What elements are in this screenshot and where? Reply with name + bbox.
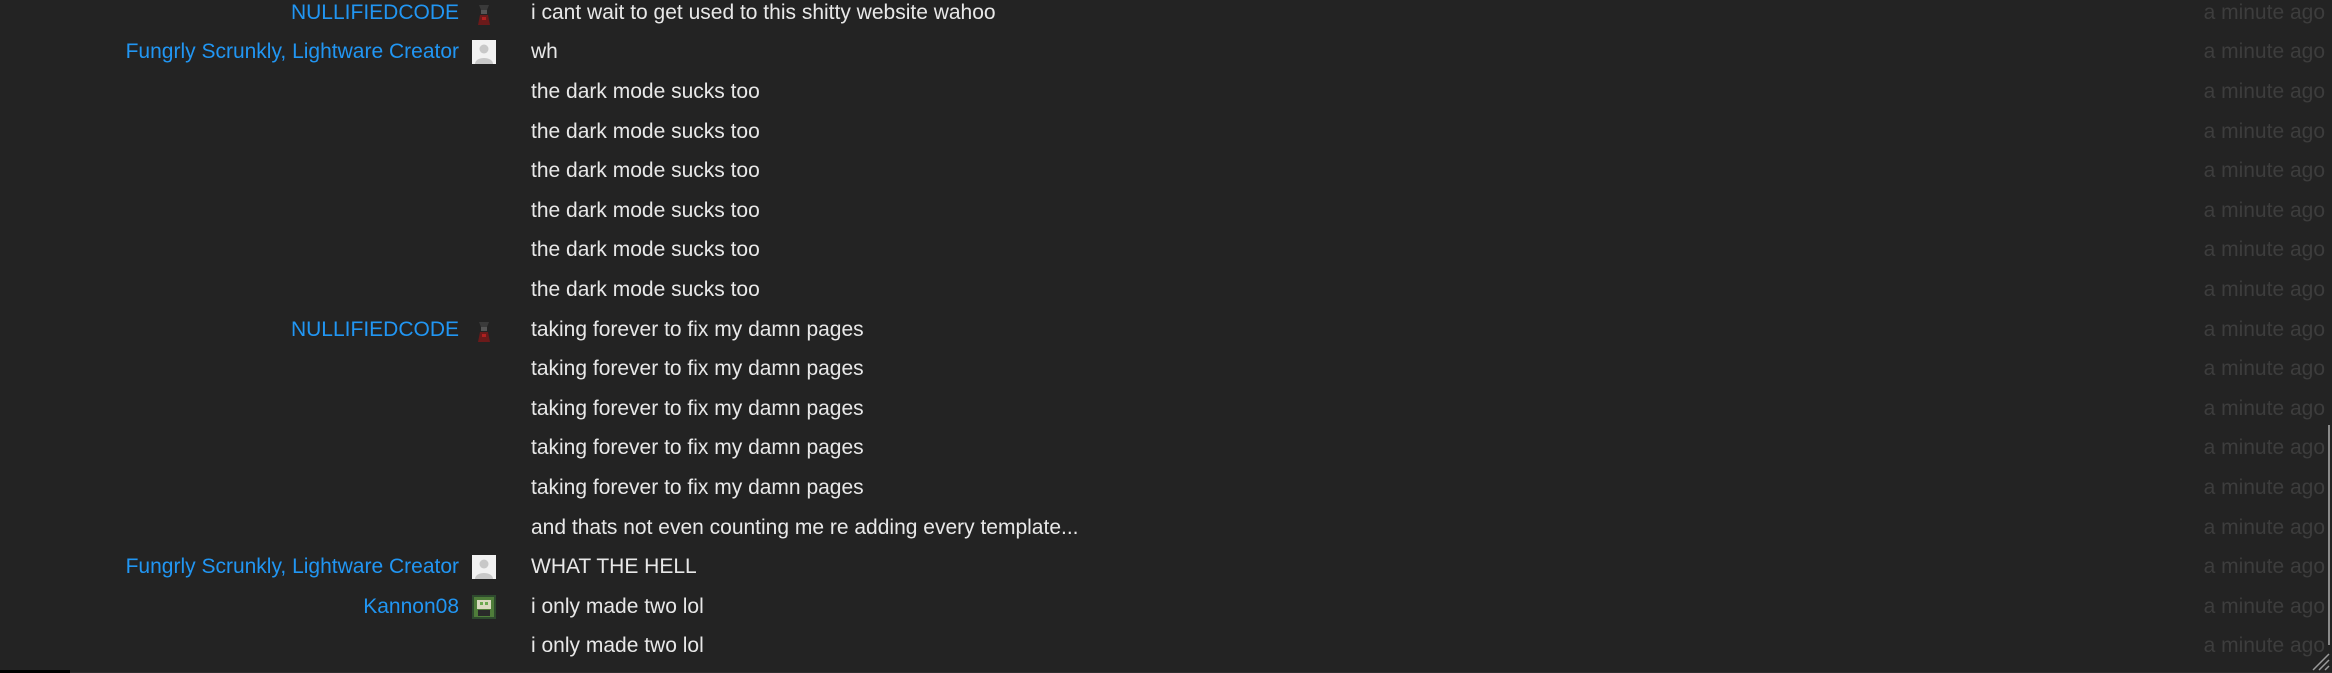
message-text: the dark mode sucks too — [531, 79, 760, 103]
message-timestamp: a minute ago — [2203, 396, 2325, 420]
author-name[interactable]: Fungrly Scrunkly, Lightware Creator — [126, 40, 459, 64]
message-row: the dark mode sucks too a minute ago — [0, 231, 2332, 271]
message-timestamp: a minute ago — [2203, 475, 2325, 499]
message-text: and thats not even counting me re adding… — [531, 515, 1079, 539]
message-text: the dark mode sucks too — [531, 238, 760, 262]
message-row: NULLIFIEDCODE taking forever to fix my d… — [0, 310, 2332, 350]
message-timestamp: a minute ago — [2203, 238, 2325, 262]
message-row: Kannon08 i only made two lol a minute ag… — [0, 587, 2332, 627]
message-row: taking forever to fix my damn pages a mi… — [0, 429, 2332, 469]
message-text: wh — [531, 40, 558, 64]
message-text: the dark mode sucks too — [531, 277, 760, 301]
message-row: taking forever to fix my damn pages a mi… — [0, 468, 2332, 508]
message-row: NULLIFIEDCODE i cant wait to get used to… — [0, 0, 2332, 33]
message-row: taking forever to fix my damn pages a mi… — [0, 349, 2332, 389]
message-timestamp: a minute ago — [2203, 159, 2325, 183]
message-row: the dark mode sucks too a minute ago — [0, 191, 2332, 231]
default-user-avatar-icon[interactable] — [472, 40, 496, 65]
resize-grip-icon[interactable] — [2310, 651, 2330, 671]
message-text: WHAT THE HELL — [531, 555, 697, 579]
message-text: i cant wait to get used to this shitty w… — [531, 0, 996, 24]
message-timestamp: a minute ago — [2203, 555, 2325, 579]
author-name[interactable]: Fungrly Scrunkly, Lightware Creator — [126, 555, 459, 579]
message-timestamp: a minute ago — [2203, 317, 2325, 341]
message-timestamp: a minute ago — [2203, 277, 2325, 301]
message-text: the dark mode sucks too — [531, 159, 760, 183]
message-timestamp: a minute ago — [2203, 634, 2325, 658]
message-text: taking forever to fix my damn pages — [531, 436, 864, 460]
message-text: the dark mode sucks too — [531, 198, 760, 222]
message-text: taking forever to fix my damn pages — [531, 357, 864, 381]
message-timestamp: a minute ago — [2203, 79, 2325, 103]
kannon-avatar-icon[interactable] — [472, 594, 496, 619]
message-row: Fungrly Scrunkly, Lightware Creator WHAT… — [0, 547, 2332, 587]
message-row: Fungrly Scrunkly, Lightware Creator wh a… — [0, 33, 2332, 73]
chat-log: NULLIFIEDCODE i cant wait to get used to… — [0, 0, 2332, 673]
message-row: the dark mode sucks too a minute ago — [0, 270, 2332, 310]
message-timestamp: a minute ago — [2203, 40, 2325, 64]
message-text: i only made two lol — [531, 634, 704, 658]
message-text: the dark mode sucks too — [531, 119, 760, 143]
scrollbar[interactable] — [2326, 0, 2332, 673]
author-name[interactable]: NULLIFIEDCODE — [291, 318, 459, 342]
message-timestamp: a minute ago — [2203, 198, 2325, 222]
message-row: the dark mode sucks too a minute ago — [0, 112, 2332, 152]
scrollbar-thumb[interactable] — [2328, 425, 2330, 645]
message-text: taking forever to fix my damn pages — [531, 317, 864, 341]
nullified-avatar-icon[interactable] — [472, 0, 496, 25]
message-timestamp: a minute ago — [2203, 357, 2325, 381]
message-text: i only made two lol — [531, 594, 704, 618]
message-row: i only made two lol a minute ago — [0, 627, 2332, 667]
message-row: and thats not even counting me re adding… — [0, 508, 2332, 548]
message-timestamp: a minute ago — [2203, 0, 2325, 24]
message-timestamp: a minute ago — [2203, 515, 2325, 539]
message-timestamp: a minute ago — [2203, 594, 2325, 618]
message-text: taking forever to fix my damn pages — [531, 396, 864, 420]
message-row: the dark mode sucks too a minute ago — [0, 72, 2332, 112]
author-name[interactable]: NULLIFIEDCODE — [291, 1, 459, 25]
message-timestamp: a minute ago — [2203, 119, 2325, 143]
message-timestamp: a minute ago — [2203, 436, 2325, 460]
nullified-avatar-icon[interactable] — [472, 317, 496, 342]
default-user-avatar-icon[interactable] — [472, 555, 496, 580]
message-row: the dark mode sucks too a minute ago — [0, 151, 2332, 191]
message-row: taking forever to fix my damn pages a mi… — [0, 389, 2332, 429]
message-text: taking forever to fix my damn pages — [531, 475, 864, 499]
author-name[interactable]: Kannon08 — [363, 595, 459, 619]
